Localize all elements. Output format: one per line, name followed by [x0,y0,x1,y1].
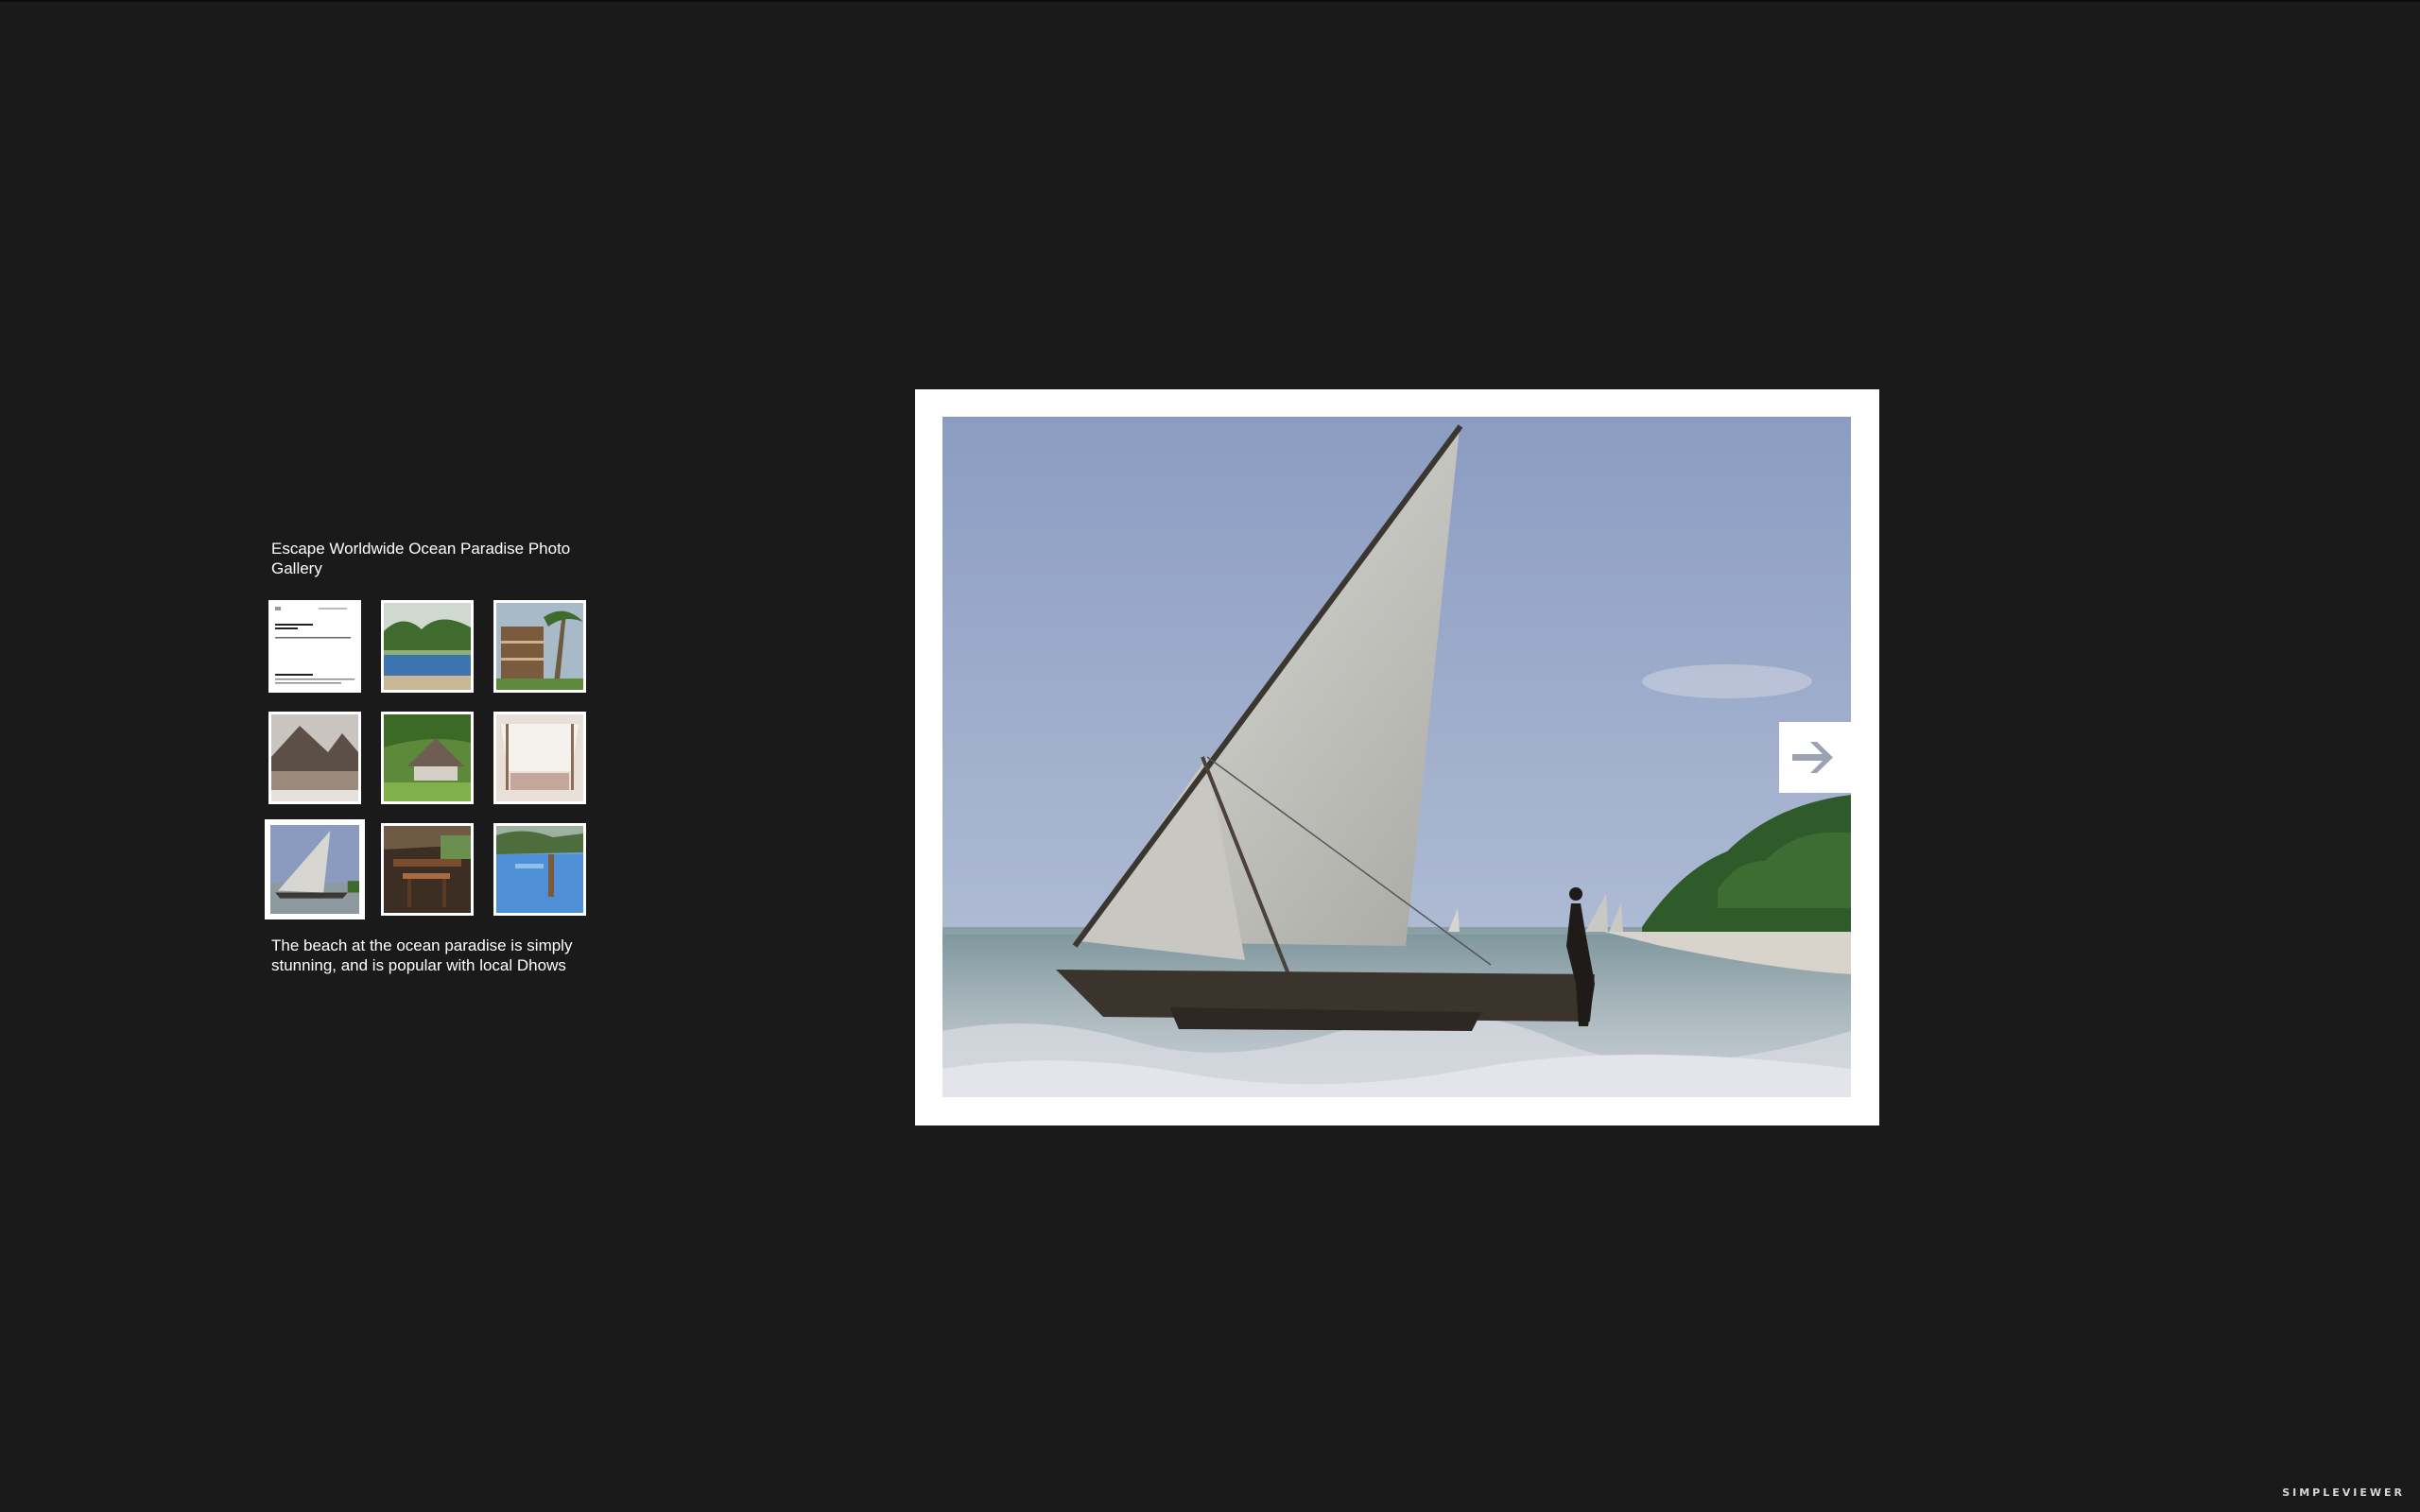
thumbnail-hotel-palms[interactable] [493,600,586,693]
thumbnail-dining-deck[interactable] [381,823,474,916]
arrow-right-icon [1792,742,1833,773]
simpleviewer-gallery: Escape Worldwide Ocean Paradise Photo Ga… [0,0,2420,1512]
thumbnail-thatched-lodge[interactable] [268,712,361,804]
thumbnail-canopy-bed[interactable] [493,712,586,804]
main-image-frame [915,389,1879,1125]
simpleviewer-brand[interactable]: SIMPLEVIEWER [2282,1486,2405,1499]
thumbnail-pool-jetty[interactable] [493,823,586,916]
thumbnail-grid [265,600,588,921]
thumbnail-brochure-page[interactable] [268,600,361,693]
image-caption: The beach at the ocean paradise is simpl… [271,936,573,974]
next-image-button[interactable] [1779,722,1851,793]
thumbnail-pool-palms[interactable] [381,600,474,693]
thumbnail-garden-hut[interactable] [381,712,474,804]
main-photo-dhow-on-beach [942,417,1851,1097]
gallery-title: Escape Worldwide Ocean Paradise Photo Ga… [271,540,571,577]
thumbnail-dhow-beach[interactable] [265,819,365,919]
